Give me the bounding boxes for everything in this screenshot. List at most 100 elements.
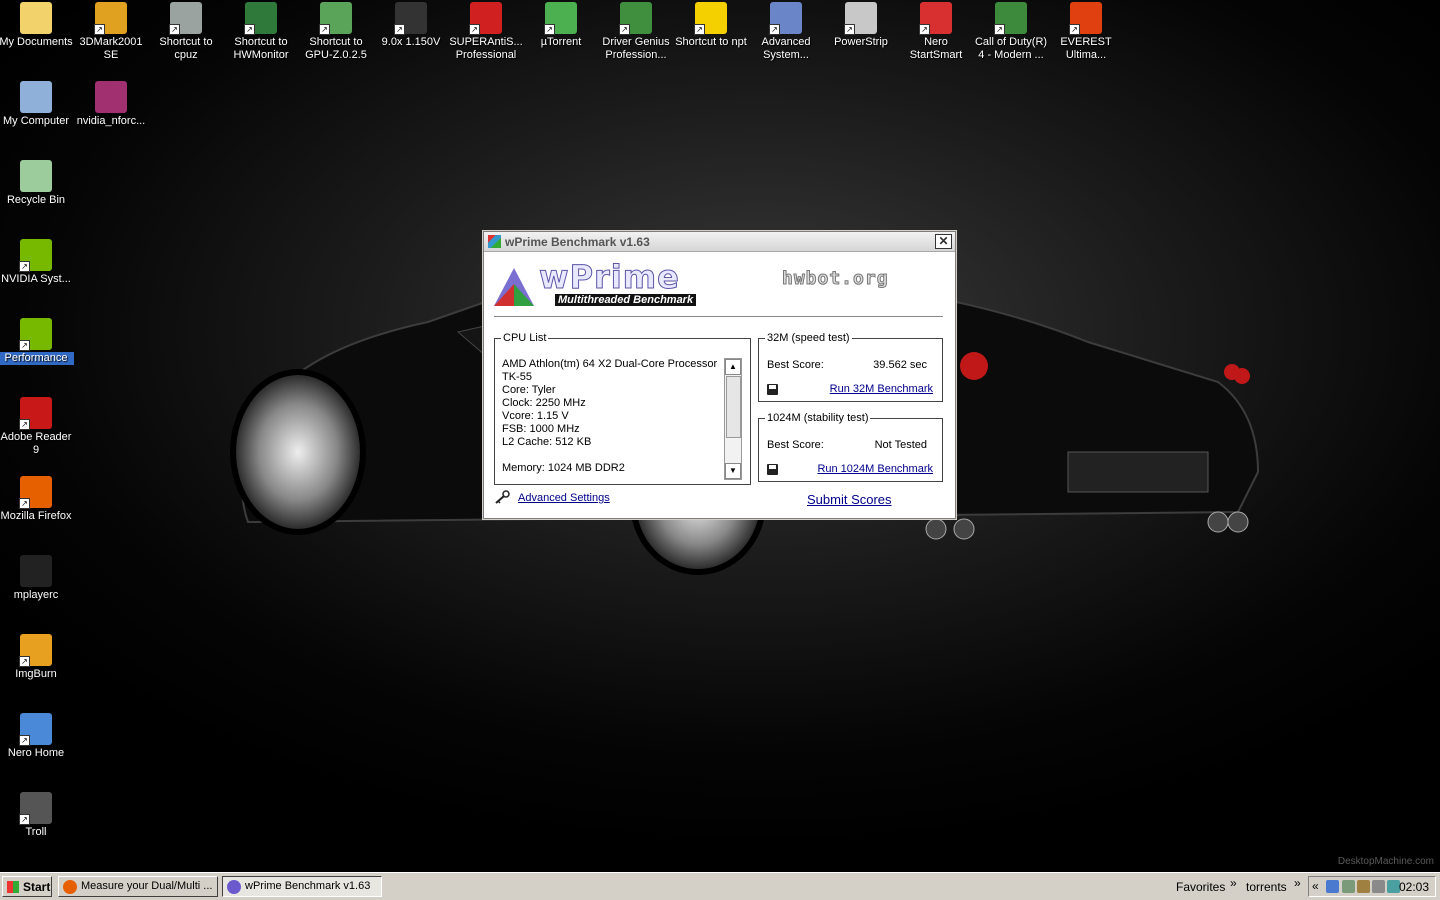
desktop-icon[interactable]: ↗ Performance — [0, 316, 74, 365]
desktop-icon[interactable]: ↗ Shortcut to HWMonitor — [223, 0, 299, 62]
powerstrip-icon: ↗ — [844, 2, 877, 35]
desktop-icon[interactable]: ↗ Shortcut to cpuz — [148, 0, 224, 62]
hwbot-logo: hwbot.org — [782, 268, 889, 290]
taskbar-button-label: Measure your Dual/Multi ... — [81, 880, 213, 892]
desktop-icon[interactable]: ↗ EVEREST Ultima... — [1048, 0, 1124, 62]
wprime-window[interactable]: wPrime Benchmark v1.63 ✕ wPrime Multithr… — [483, 231, 956, 519]
taskbar: Start Measure your Dual/Multi ... wPrime… — [0, 872, 1440, 900]
scroll-up-arrow[interactable]: ▲ — [725, 359, 741, 375]
desktop-icon[interactable]: ↗ Driver Genius Profession... — [598, 0, 674, 62]
utorrent-icon: ↗ — [544, 2, 577, 35]
desktop-icon-label: Driver Genius Profession... — [602, 36, 670, 61]
desktop-icon-label: Shortcut to npt — [675, 36, 747, 48]
desktop-icon[interactable]: Recycle Bin — [0, 158, 74, 207]
cpu-info-line: TK-55 — [502, 371, 532, 383]
3dmark-icon: ↗ — [94, 2, 127, 35]
wallpaper-watermark: DesktopMachine.com — [1337, 856, 1434, 867]
shortcut-arrow-icon: ↗ — [694, 24, 705, 35]
desktop-icon-label: ImgBurn — [15, 668, 57, 680]
desktop-icon-label: mplayerc — [13, 589, 59, 601]
chevron-icon[interactable]: » — [1294, 876, 1301, 890]
window-titlebar[interactable]: wPrime Benchmark v1.63 ✕ — [484, 232, 955, 252]
desktop-icon[interactable]: ↗ Nero StartSmart — [898, 0, 974, 62]
desktop-icon[interactable]: ↗ Advanced System... — [748, 0, 824, 62]
nero-flame-icon: ↗ — [919, 2, 952, 35]
desktop-icon[interactable]: nvidia_nforc... — [73, 79, 149, 128]
taskbar-button-label: wPrime Benchmark v1.63 — [245, 880, 371, 892]
desktop-icon-label: Shortcut to cpuz — [159, 36, 213, 61]
scroll-thumb[interactable] — [726, 376, 741, 438]
desktop-icon[interactable]: ↗ 9.0x 1.150V — [373, 0, 449, 49]
favorites-toolbar[interactable]: Favorites — [1176, 880, 1225, 894]
desktop-icon[interactable]: ↗ Shortcut to npt — [673, 0, 749, 49]
save-disk-icon[interactable] — [767, 384, 778, 395]
run-1024m-benchmark-link[interactable]: Run 1024M Benchmark — [817, 463, 933, 475]
key-icon — [495, 490, 510, 504]
desktop-icon[interactable]: ↗ Call of Duty(R) 4 - Modern ... — [973, 0, 1049, 62]
shortcut-arrow-icon: ↗ — [19, 340, 30, 351]
desktop-icon[interactable]: My Computer — [0, 79, 74, 128]
desktop-icon-label: Troll — [25, 826, 47, 838]
desktop-icon-label: EVEREST Ultima... — [1060, 36, 1112, 61]
cpu-list-scrollbar[interactable]: ▲ ▼ — [724, 358, 742, 480]
cpu-info-line: L2 Cache: 512 KB — [502, 436, 592, 448]
network-icon[interactable] — [1326, 880, 1339, 893]
imgburn-disc-icon: ↗ — [19, 634, 52, 667]
desktop-icon[interactable]: ↗ Adobe Reader 9 — [0, 395, 74, 457]
firefox-icon — [63, 880, 77, 894]
scroll-down-arrow[interactable]: ▼ — [725, 463, 741, 479]
nvidia-icon: ↗ — [19, 239, 52, 272]
shortcut-arrow-icon: ↗ — [619, 24, 630, 35]
taskbar-button-wprime[interactable]: wPrime Benchmark v1.63 — [222, 876, 382, 897]
desktop-icon[interactable]: ↗ Shortcut to GPU-Z.0.2.5 — [298, 0, 374, 62]
shortcut-arrow-icon: ↗ — [544, 24, 555, 35]
desktop-icon[interactable]: ↗ NVIDIA Syst... — [0, 237, 74, 286]
desktop-icon-label: Shortcut to HWMonitor — [233, 36, 289, 61]
monitor-icon[interactable] — [1342, 880, 1355, 893]
advanced-settings-link[interactable]: Advanced Settings — [518, 492, 610, 504]
desktop-icon-label: Call of Duty(R) 4 - Modern ... — [974, 36, 1048, 61]
desktop-icon[interactable]: mplayerc — [0, 553, 74, 602]
desktop-icon-label: My Computer — [2, 115, 70, 127]
logo-banner: wPrime Multithreaded Benchmark hwbot.org — [484, 252, 955, 316]
desktop-icon[interactable]: ↗ Mozilla Firefox — [0, 474, 74, 523]
taskbar-button-browser[interactable]: Measure your Dual/Multi ... — [58, 876, 218, 897]
window-title: wPrime Benchmark v1.63 — [505, 235, 650, 249]
stability-test-group: 1024M (stability test) Best Score: Not T… — [758, 412, 943, 482]
clock[interactable]: 02:03 — [1399, 880, 1429, 894]
shortcut-arrow-icon: ↗ — [994, 24, 1005, 35]
shortcut-arrow-icon: ↗ — [844, 24, 855, 35]
user-icon[interactable] — [1357, 880, 1370, 893]
desktop-icon[interactable]: My Documents — [0, 0, 74, 49]
drive-icon: ↗ — [169, 2, 202, 35]
shortcut-arrow-icon: ↗ — [319, 24, 330, 35]
shortcut-arrow-icon: ↗ — [769, 24, 780, 35]
torrents-toolbar[interactable]: torrents — [1246, 880, 1287, 894]
desktop-icon[interactable]: ↗ ImgBurn — [0, 632, 74, 681]
settings-icon[interactable] — [1372, 880, 1385, 893]
start-button[interactable]: Start — [2, 876, 52, 897]
desktop-icon[interactable]: ↗ µTorrent — [523, 0, 599, 49]
submit-scores-link[interactable]: Submit Scores — [807, 492, 892, 507]
desktop-icon[interactable]: ↗ SUPERAntiS... Professional — [448, 0, 524, 62]
desktop-icon-label: My Documents — [0, 36, 73, 48]
shortcut-arrow-icon: ↗ — [169, 24, 180, 35]
cpu-info-line — [502, 449, 726, 462]
chevron-icon[interactable]: » — [1230, 876, 1237, 890]
speed-test-legend: 32M (speed test) — [767, 332, 850, 344]
shortcut-arrow-icon: ↗ — [919, 24, 930, 35]
close-button[interactable]: ✕ — [935, 234, 952, 249]
desktop-icon[interactable]: ↗ Troll — [0, 790, 74, 839]
desktop-icon-label: SUPERAntiS... Professional — [449, 36, 523, 61]
adobe-reader-icon: ↗ — [19, 397, 52, 430]
run-32m-benchmark-link[interactable]: Run 32M Benchmark — [830, 383, 933, 395]
speed-test-group: 32M (speed test) Best Score: 39.562 sec … — [758, 332, 943, 402]
desktop-icon[interactable]: ↗ Nero Home — [0, 711, 74, 760]
wprime-logo-text: wPrime — [539, 258, 680, 297]
cpu-info-line: Core: Tyler — [502, 384, 556, 396]
save-disk-icon[interactable] — [767, 464, 778, 475]
desktop-icon[interactable]: ↗ 3DMark2001 SE — [73, 0, 149, 62]
desktop-icon-label: PowerStrip — [834, 36, 888, 48]
tray-expand-icon[interactable]: « — [1312, 879, 1319, 893]
desktop-icon[interactable]: ↗ PowerStrip — [823, 0, 899, 49]
